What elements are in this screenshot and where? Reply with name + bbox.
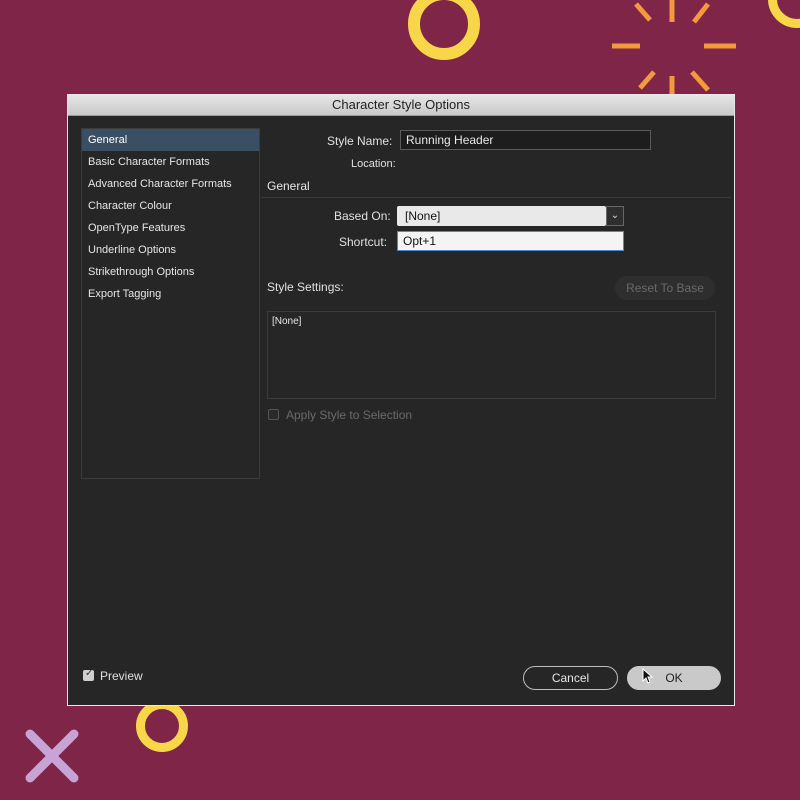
apply-style-label: Apply Style to Selection [286,408,413,422]
yellow-ring-corner-decoration [768,0,800,28]
general-divider [261,197,731,198]
cancel-button[interactable]: Cancel [523,666,618,690]
sidebar-item-strikethrough-options[interactable]: Strikethrough Options [82,261,259,283]
style-name-input[interactable]: Running Header [400,130,651,150]
style-settings-box: [None] [267,311,716,399]
based-on-label: Based On: [334,209,391,223]
style-settings-label: Style Settings: [267,280,344,294]
shortcut-input[interactable]: Opt+1 [397,231,624,251]
sidebar-item-character-colour[interactable]: Character Colour [82,195,259,217]
preview-label: Preview [100,669,143,683]
sidebar-item-general[interactable]: General [82,129,259,151]
shortcut-label: Shortcut: [339,235,388,249]
options-sidebar: General Basic Character Formats Advanced… [81,128,260,479]
character-style-options-dialog: Character Style Options General Basic Ch… [67,94,735,706]
general-heading: General [267,179,310,193]
apply-style-checkbox[interactable] [268,409,279,420]
style-settings-text: [None] [272,316,302,327]
yellow-ring-bottom-decoration [136,700,188,752]
mouse-pointer-icon [642,668,654,684]
lavender-x-decoration [25,729,79,783]
yellow-ring-decoration [408,0,480,60]
dialog-title: Character Style Options [68,95,734,116]
orange-burst-decoration [612,0,736,100]
sidebar-item-underline-options[interactable]: Underline Options [82,239,259,261]
sidebar-item-export-tagging[interactable]: Export Tagging [82,283,259,305]
reset-to-base-button[interactable]: Reset To Base [615,276,715,300]
chevron-down-icon[interactable]: ⌄ [606,206,624,226]
location-label: Location: [351,158,396,170]
sidebar-item-basic-character-formats[interactable]: Basic Character Formats [82,151,259,173]
sidebar-item-opentype-features[interactable]: OpenType Features [82,217,259,239]
style-name-label: Style Name: [327,134,393,148]
preview-checkbox[interactable] [83,668,94,681]
based-on-select[interactable]: [None] [397,206,606,226]
sidebar-item-advanced-character-formats[interactable]: Advanced Character Formats [82,173,259,195]
